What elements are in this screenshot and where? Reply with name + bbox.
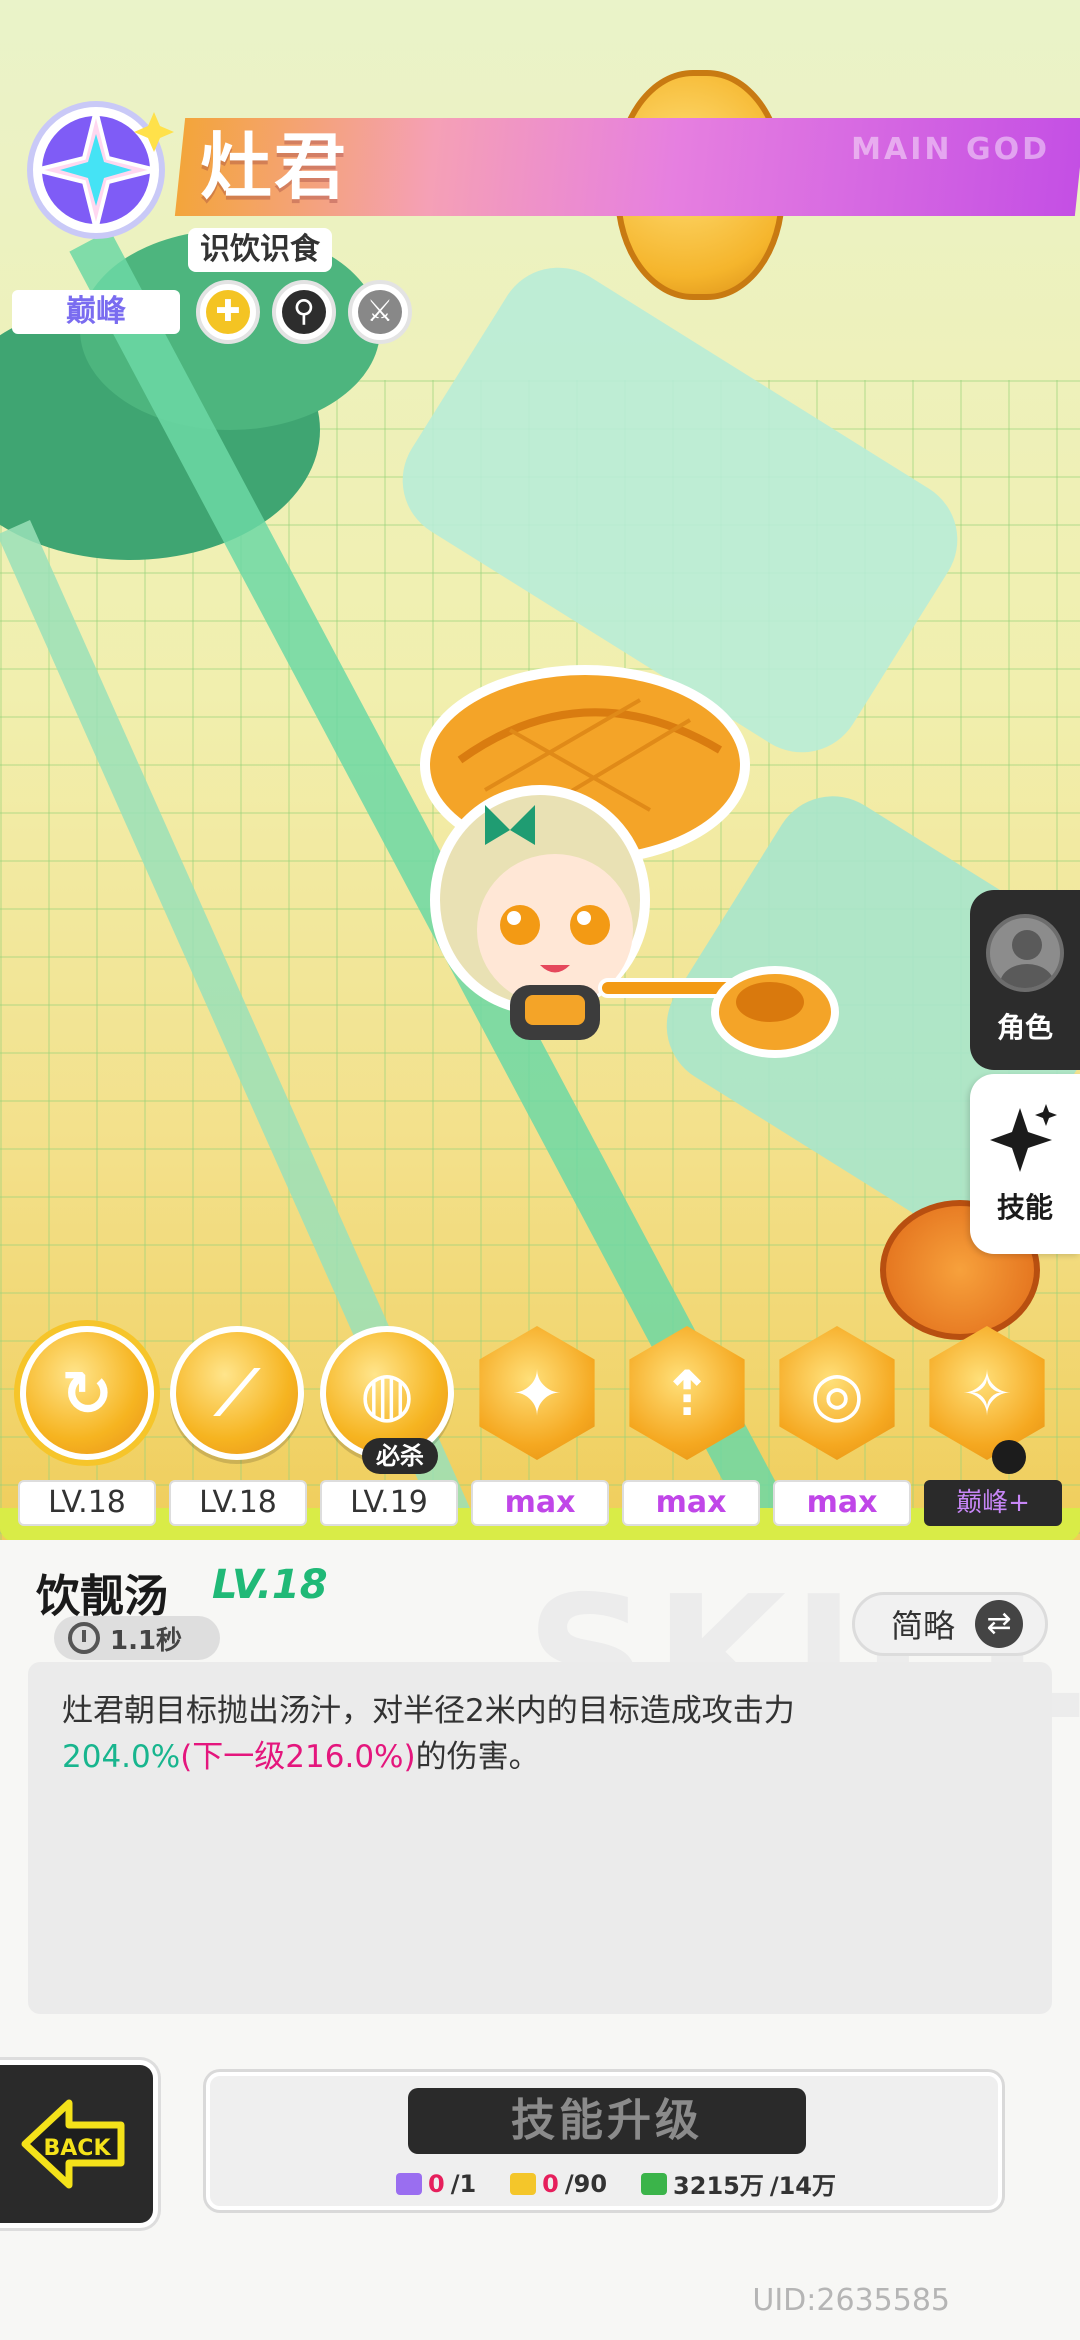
cost-book-have: 0 xyxy=(428,2169,445,2198)
brief-toggle-button[interactable]: 简略 ⇄ xyxy=(852,1592,1048,1656)
tab-role[interactable]: 角色 xyxy=(970,890,1080,1070)
skill-6-icon: ◎ xyxy=(779,1326,895,1460)
user-id: UID:2635585 xyxy=(752,2283,950,2318)
damage-value: 204.0% xyxy=(62,1739,181,1775)
upgrade-card: 技能升级 0/1 0/90 3215万/14万 xyxy=(206,2072,1002,2210)
cost-book: 0/1 xyxy=(396,2166,476,2201)
money-icon xyxy=(641,2172,668,2195)
trait-sword-icon[interactable]: ⚔ xyxy=(348,280,412,344)
book-icon xyxy=(396,2172,422,2195)
brief-toggle-label: 简略 xyxy=(891,1607,956,1645)
lock-icon xyxy=(992,1440,1026,1474)
skill-level: LV.18 xyxy=(212,1562,328,1608)
skill-level-1: LV.18 xyxy=(18,1480,156,1526)
swap-icon: ⇄ xyxy=(975,1600,1024,1648)
side-tab-bar: 角色 技能 xyxy=(970,890,1080,1254)
sparkle-icon xyxy=(990,1104,1057,1172)
character-name: 灶君 xyxy=(200,125,349,209)
skill-7-icon: ✧ xyxy=(929,1326,1045,1460)
character-subtitle: 识饮识食 xyxy=(188,228,332,272)
cost-money: 3215万/14万 xyxy=(641,2166,836,2201)
character-sprite xyxy=(420,665,839,1058)
puzzle-icon: ✚ xyxy=(206,290,250,334)
skill-level-6: max xyxy=(773,1480,911,1526)
tab-skill-label: 技能 xyxy=(996,1191,1053,1224)
upgrade-cost-row: 0/1 0/90 3215万/14万 xyxy=(396,2166,836,2201)
skill-level-5: max xyxy=(622,1480,760,1526)
skill-slot-1[interactable]: ↻ xyxy=(16,1322,158,1464)
rarity-star-icon xyxy=(27,101,174,239)
skill-level-3: LV.19 xyxy=(320,1480,458,1526)
description-text: 灶君朝目标抛出汤汁，对半径2米内的目标造成攻击力 xyxy=(62,1693,795,1729)
cost-money-have: 3215万 xyxy=(673,2172,764,2200)
next-level-value: (下一级216.0%) xyxy=(180,1739,416,1775)
ultimate-tag: 必杀 xyxy=(362,1438,438,1474)
skill-description: 灶君朝目标抛出汤汁，对半径2米内的目标造成攻击力 204.0%(下一级216.0… xyxy=(28,1662,1052,2014)
trait-puzzle-icon[interactable]: ✚ xyxy=(196,280,260,344)
skill-slot-7[interactable]: ✧ xyxy=(916,1322,1058,1464)
trait-search-icon[interactable]: ⚲ xyxy=(272,280,336,344)
back-button[interactable]: BACK xyxy=(0,2060,158,2228)
skill-4-icon: ✦ xyxy=(479,1326,595,1460)
description-damage-line: 204.0%(下一级216.0%)的伤害。 xyxy=(62,1734,1018,1780)
cost-token: 0/90 xyxy=(510,2166,607,2201)
cost-token-have: 0 xyxy=(542,2169,559,2198)
skill-level-4: max xyxy=(471,1480,609,1526)
skill-1-icon: ↻ xyxy=(20,1326,154,1460)
clock-icon xyxy=(68,1622,100,1654)
cost-book-need: /1 xyxy=(450,2169,477,2198)
sword-icon: ⚔ xyxy=(358,290,402,334)
skill-upgrade-button[interactable]: 技能升级 xyxy=(408,2088,806,2154)
tab-role-label: 角色 xyxy=(996,1011,1053,1044)
search-icon: ⚲ xyxy=(282,290,326,334)
skill-slot-4[interactable]: ✦ xyxy=(466,1322,608,1464)
cost-money-need: /14万 xyxy=(769,2172,837,2200)
cost-token-need: /90 xyxy=(564,2169,608,2198)
cooldown-value: 1.1秒 xyxy=(110,1625,183,1656)
skill-2-icon: ⟋ xyxy=(170,1326,304,1460)
token-icon xyxy=(510,2172,537,2195)
cooldown-badge: 1.1秒 xyxy=(54,1616,220,1660)
skill-level-7: 巅峰+ xyxy=(924,1480,1062,1526)
skill-level-2: LV.18 xyxy=(169,1480,307,1526)
skill-slot-5[interactable]: ⇡ xyxy=(616,1322,758,1464)
skill-name: 饮靓汤 xyxy=(36,1571,168,1622)
avatar-icon xyxy=(986,914,1064,992)
skill-icon-row: ↻ ⟋ ◍ ✦ ⇡ ◎ ✧ 必杀 xyxy=(16,1322,1066,1502)
back-label: BACK xyxy=(43,2136,111,2161)
skill-slot-2[interactable]: ⟋ xyxy=(166,1322,308,1464)
brand-watermark: MAIN GOD xyxy=(851,132,1050,167)
back-arrow-icon: BACK xyxy=(21,2099,124,2189)
skill-slot-6[interactable]: ◎ xyxy=(766,1322,908,1464)
skill-detail-panel: SKILL 饮靓汤 LV.18 1.1秒 简略 ⇄ 灶君朝目标抛出汤汁，对半径2… xyxy=(0,1540,1080,2340)
tier-badge: 巅峰 xyxy=(12,290,180,334)
description-tail: 的伤害。 xyxy=(415,1739,540,1775)
tab-skill[interactable]: 技能 xyxy=(970,1074,1080,1254)
skill-level-row: LV.18 LV.18 LV.19 max max max 巅峰+ xyxy=(18,1480,1062,1526)
skill-5-icon: ⇡ xyxy=(629,1326,745,1460)
